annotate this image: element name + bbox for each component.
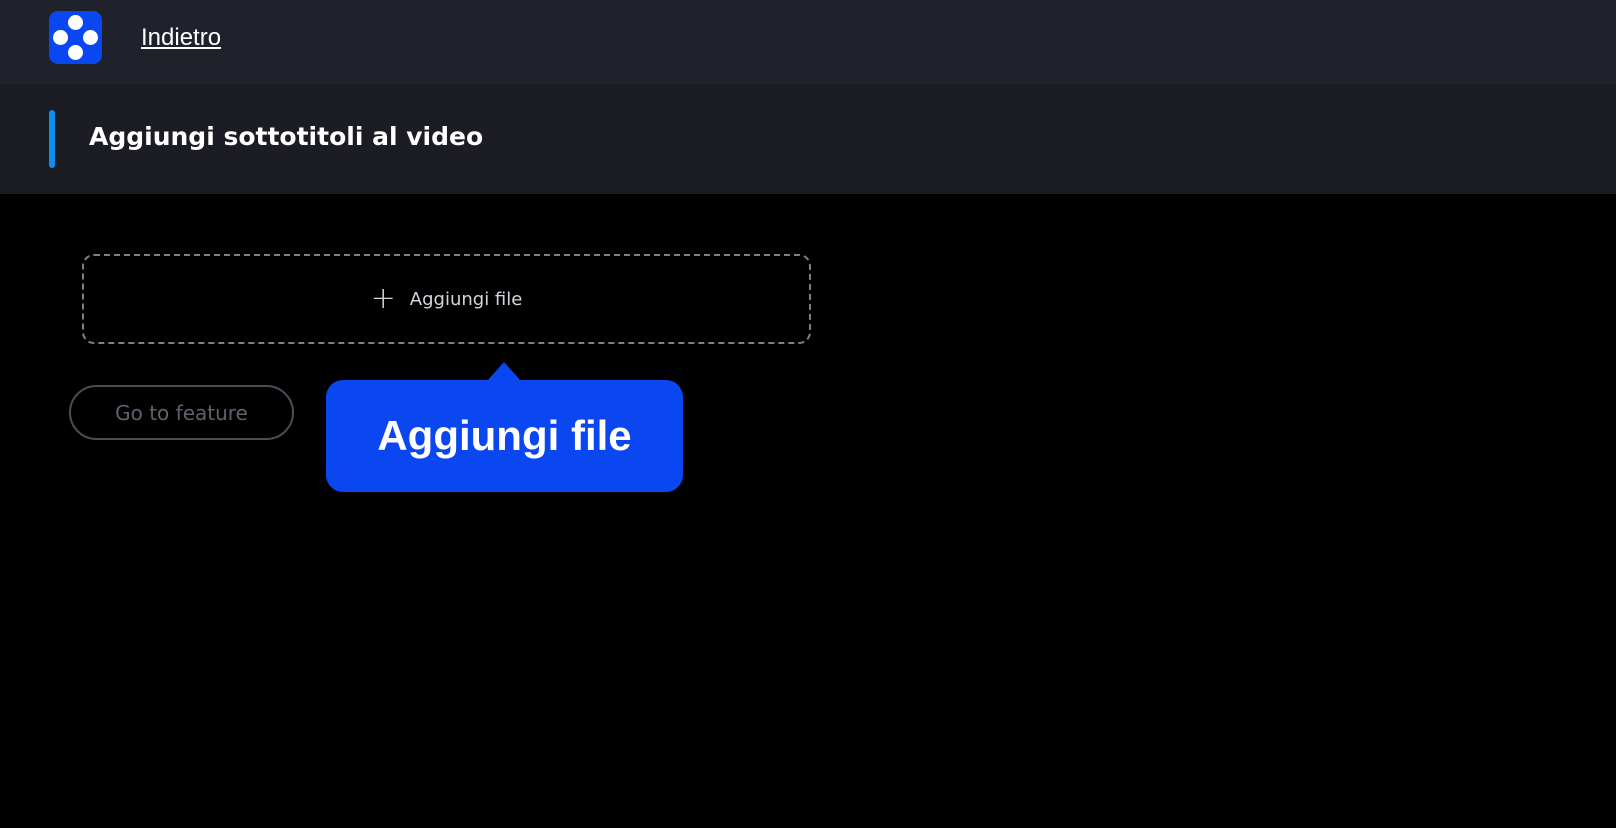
app-logo-icon[interactable] <box>49 11 102 64</box>
tooltip-text: Aggiungi file <box>377 412 632 459</box>
title-accent-bar <box>49 110 55 168</box>
add-file-dropzone[interactable]: + Aggiungi file <box>82 254 811 344</box>
plus-icon: + <box>370 281 396 316</box>
tooltip: Aggiungi file <box>326 362 683 492</box>
page-title: Aggiungi sottotitoli al video <box>89 122 484 151</box>
add-file-label: Aggiungi file <box>409 288 523 310</box>
page-header: Aggiungi sottotitoli al video <box>0 84 1616 194</box>
top-bar: Indietro <box>0 0 1616 84</box>
back-link[interactable]: Indietro <box>141 24 221 52</box>
go-to-feature-button[interactable]: Go to feature <box>69 385 294 440</box>
